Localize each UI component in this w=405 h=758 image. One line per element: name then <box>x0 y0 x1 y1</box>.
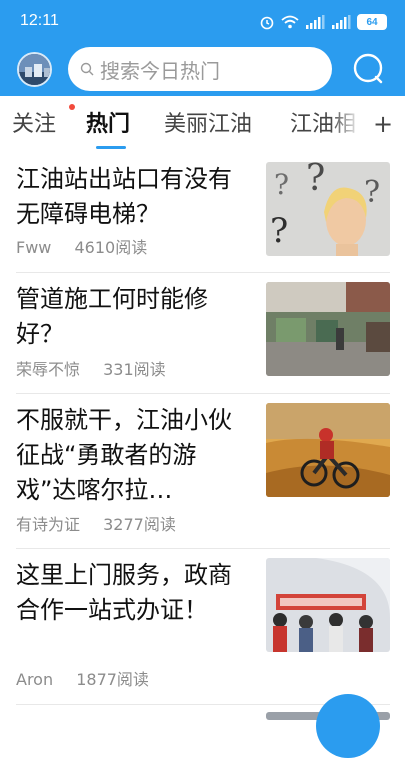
divider <box>16 548 390 549</box>
feed-item-meta: Fww 4610阅读 <box>16 234 147 258</box>
feed-item[interactable]: 不服就干，江油小伙征战“勇敢者的游戏”达喀尔拉… 有诗为证 3277阅读 <box>16 403 390 535</box>
feed-item-reads: 1877阅读 <box>76 670 149 689</box>
add-tab-button[interactable]: + <box>373 110 393 138</box>
status-bar: 12:11 64 <box>0 0 405 44</box>
feed-item-reads: 4610阅读 <box>74 238 148 257</box>
desert-motorbike-image[interactable] <box>266 403 390 497</box>
tab-beautiful-jiangyou[interactable]: 美丽江油 <box>164 106 252 138</box>
feed-item-title[interactable]: 这里上门服务，政商合作一站式办证！ <box>16 558 248 628</box>
street-construction-image[interactable] <box>266 282 390 376</box>
notification-dot <box>69 104 75 110</box>
search-input[interactable]: 搜索今日热门 <box>68 47 332 91</box>
publish-button[interactable] <box>316 694 380 758</box>
svg-text:?: ? <box>274 168 289 201</box>
feed-item[interactable]: 这里上门服务，政商合作一站式办证！ Aron 1877阅读 <box>16 558 390 690</box>
feed-item-author: 荣辱不惊 <box>16 360 81 379</box>
tab-following[interactable]: 关注 <box>12 106 56 138</box>
feed-item-author: Fww <box>16 238 52 257</box>
svg-text:?: ? <box>270 211 288 251</box>
battery-level: 64 <box>366 16 378 28</box>
feed-item-title[interactable]: 江油站出站口有没有无障碍电梯？ <box>16 162 248 232</box>
active-tab-indicator <box>96 146 126 149</box>
status-icons: 64 <box>259 13 387 31</box>
feed-item[interactable]: 江油站出站口有没有无障碍电梯？ Fww 4610阅读 ? ? ? ? <box>16 162 390 262</box>
divider <box>16 393 390 394</box>
feed-item-author: Aron <box>16 670 54 689</box>
feed-item-meta: 有诗为证 3277阅读 <box>16 511 176 535</box>
divider <box>16 272 390 273</box>
battery-icon: 64 <box>357 14 387 30</box>
feed-item-meta: 荣辱不惊 331阅读 <box>16 356 166 380</box>
feed-item-reads: 3277阅读 <box>103 515 176 534</box>
svg-text:?: ? <box>306 162 325 199</box>
signal-icon-2 <box>332 15 351 29</box>
tab-hot[interactable]: 热门 <box>86 106 130 138</box>
tab-fade <box>330 96 375 150</box>
search-placeholder: 搜索今日热门 <box>100 58 220 83</box>
search-button-icon[interactable] <box>352 52 386 86</box>
avatar[interactable] <box>17 52 52 87</box>
search-icon <box>80 62 94 76</box>
alarm-icon <box>260 16 274 30</box>
feed-item-title[interactable]: 不服就干，江油小伙征战“勇敢者的游戏”达喀尔拉… <box>16 403 248 508</box>
feed-item-meta: Aron 1877阅读 <box>16 666 149 690</box>
service-crowd-image[interactable] <box>266 558 390 652</box>
question-portrait-image[interactable]: ? ? ? ? <box>266 162 390 256</box>
feed-item-reads: 331阅读 <box>103 360 166 379</box>
feed-item-title[interactable]: 管道施工何时能修好？ <box>16 282 248 352</box>
status-time: 12:11 <box>20 12 59 29</box>
svg-text:?: ? <box>364 175 380 210</box>
wifi-icon <box>281 15 299 29</box>
feed-item[interactable]: 管道施工何时能修好？ 荣辱不惊 331阅读 <box>16 282 390 382</box>
feed-item-author: 有诗为证 <box>16 515 81 534</box>
signal-icon <box>306 15 325 29</box>
